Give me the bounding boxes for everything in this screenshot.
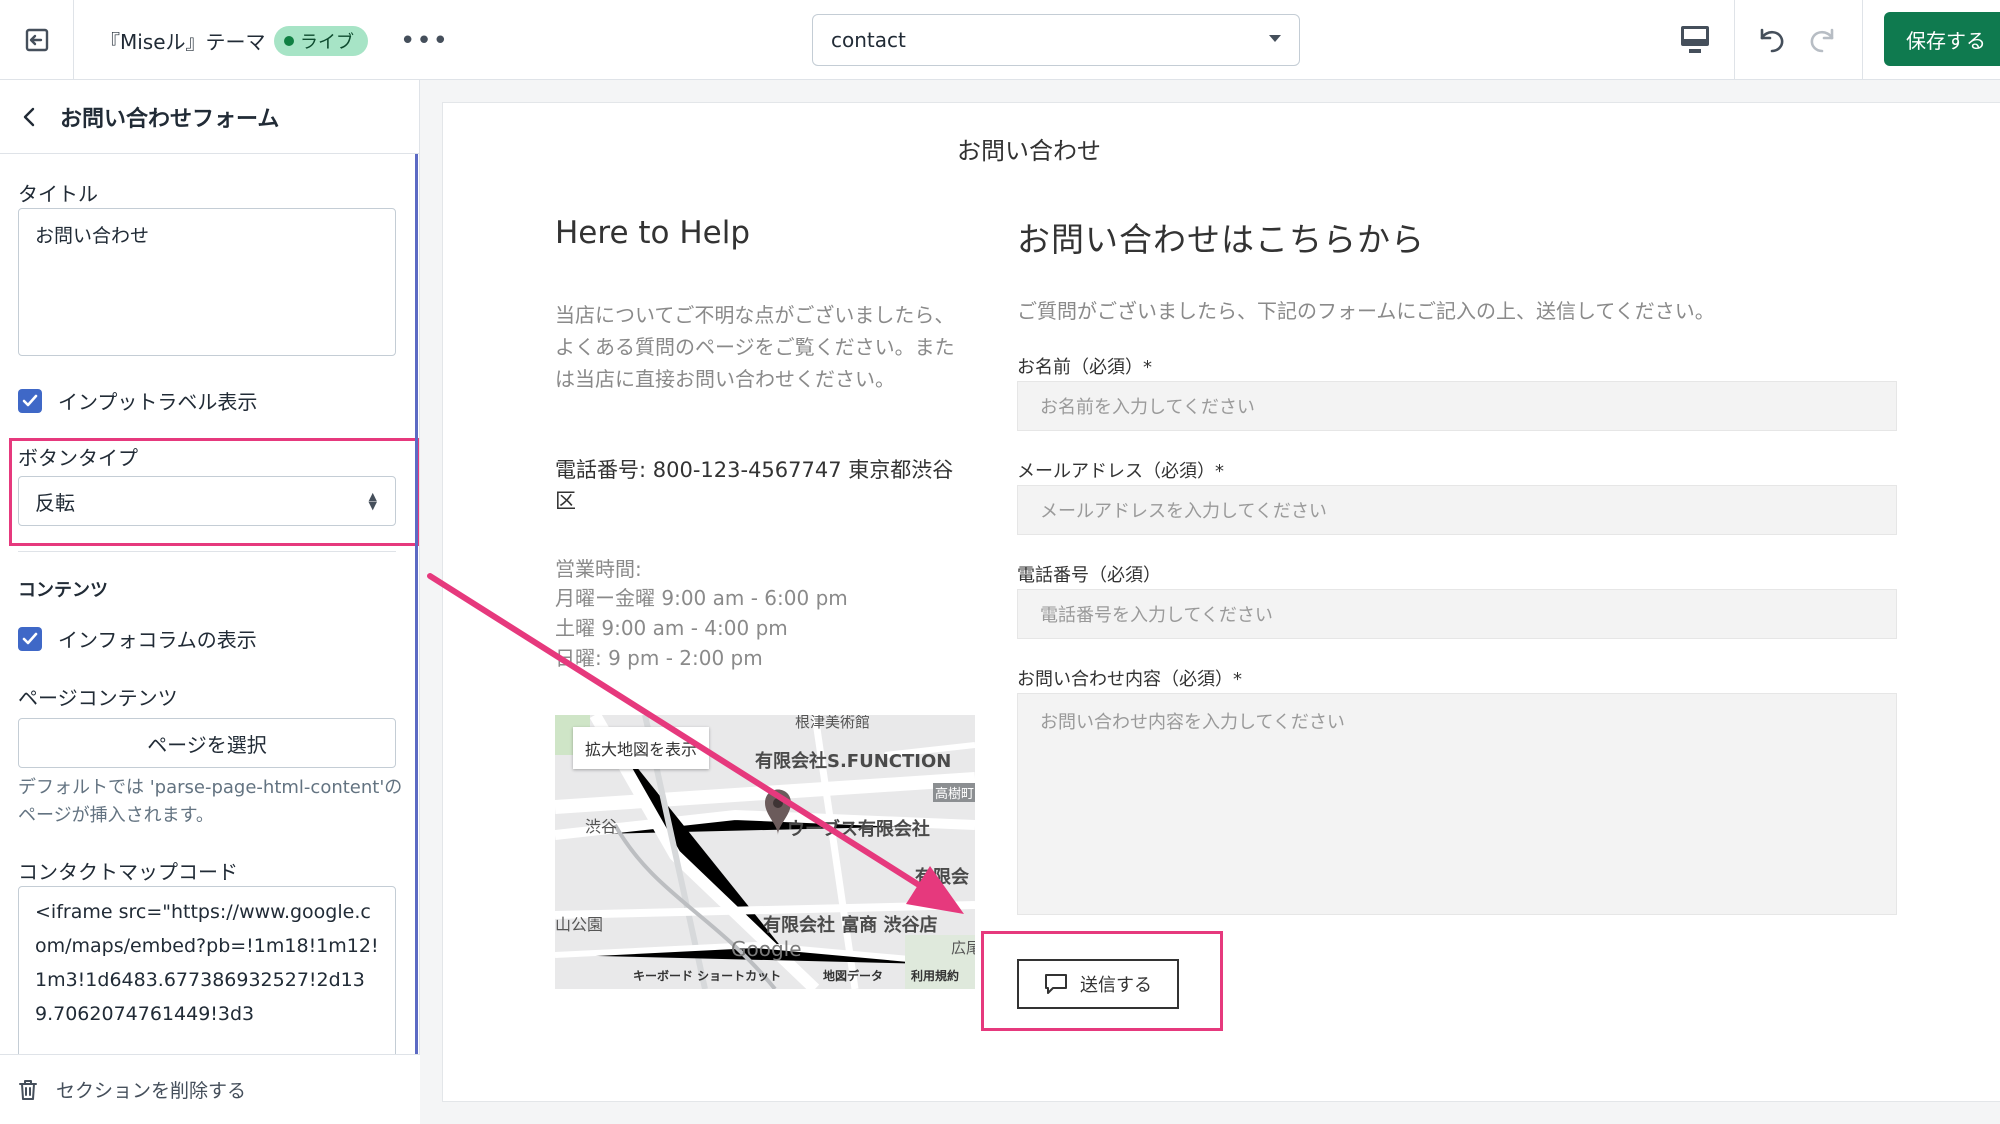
phone-address: 電話番号: 800-123-4567747 東京都渋谷区	[555, 458, 954, 513]
sidebar-header: お問い合わせフォーム	[0, 80, 420, 154]
help-text: 当店についてご不明な点がございましたら、よくある質問のページをご覧ください。また…	[555, 303, 955, 391]
more-actions-icon[interactable]: •••	[400, 26, 449, 56]
settings-sidebar: お問い合わせフォーム タイトル お問い合わせ インプットラベル表示 ボタンタイプ…	[0, 80, 420, 1124]
map-place-label: ウーブス有限会社	[787, 819, 930, 840]
message-field[interactable]: お問い合わせ内容を入力してください	[1017, 693, 1897, 915]
highlight-box	[981, 931, 1223, 1031]
map-place-label: 渋谷	[585, 817, 618, 836]
google-logo: Google	[731, 937, 802, 961]
select-page-button[interactable]: ページを選択	[18, 718, 396, 768]
checkbox-checked-icon[interactable]	[18, 626, 42, 651]
map-place-label: 高樹町	[933, 783, 975, 802]
exit-icon	[25, 28, 48, 52]
phone-field[interactable]: 電話番号を入力してください	[1017, 589, 1897, 639]
toolbar-divider	[1734, 0, 1735, 80]
highlight-box	[9, 438, 419, 546]
desktop-icon[interactable]	[1680, 24, 1710, 56]
toolbar-divider	[1862, 0, 1863, 80]
page-title-text: お問い合わせ	[957, 137, 1101, 165]
content-heading: コンテンツ	[18, 580, 108, 601]
hours-heading: 営業時間:	[555, 557, 642, 581]
name-label: お名前（必須）*	[1017, 357, 1152, 378]
help-heading: Here to Help	[555, 215, 751, 251]
hours-list: 月曜ー金曜 9:00 am - 6:00 pm 土曜 9:00 am - 4:0…	[555, 583, 848, 673]
page-content-help: デフォルトでは 'parse-page-html-content'のページが挿入…	[18, 777, 403, 826]
live-dot-icon	[284, 36, 294, 46]
enlarge-map-button[interactable]: 拡大地図を表示	[573, 727, 710, 769]
back-chevron-icon[interactable]	[22, 107, 36, 127]
page-content-label: ページコンテンツ	[18, 686, 178, 710]
map-place-label: 根津美術館	[795, 715, 871, 731]
caret-down-icon	[1269, 35, 1281, 42]
map-code-label: コンタクトマップコード	[18, 860, 238, 884]
divider	[18, 551, 396, 552]
email-field[interactable]: メールアドレスを入力してください	[1017, 485, 1897, 535]
redo-icon[interactable]	[1806, 22, 1840, 56]
live-label: ライブ	[300, 32, 354, 53]
trash-icon	[19, 1079, 37, 1100]
title-input[interactable]: お問い合わせ	[18, 208, 396, 356]
live-badge: ライブ	[274, 26, 368, 56]
map-place-label: 山公園	[555, 915, 604, 934]
sidebar-title: お問い合わせフォーム	[60, 106, 280, 132]
store-preview: お問い合わせ Here to Help 当店についてご不明な点がございましたら、…	[442, 102, 2000, 1102]
message-label: お問い合わせ内容（必須）*	[1017, 669, 1242, 690]
info-column-toggle-text: インフォコラムの表示	[58, 628, 257, 652]
sidebar-scrollbar[interactable]	[415, 154, 418, 1054]
hours-item: 土曜 9:00 am - 4:00 pm	[555, 616, 788, 640]
map-place-label: 有限会	[915, 867, 969, 888]
input-label-toggle[interactable]: インプットラベル表示	[18, 386, 257, 415]
google-map[interactable]: 拡大地図を表示 有限会社S.FUNCTION ウーブス有限会社 有限会 有限会社…	[555, 715, 975, 989]
page-select[interactable]: contact	[812, 14, 1300, 66]
exit-button[interactable]	[0, 0, 74, 80]
info-column-toggle[interactable]: インフォコラムの表示	[18, 624, 257, 653]
input-label-toggle-text: インプットラベル表示	[58, 390, 258, 414]
email-label: メールアドレス（必須）*	[1017, 461, 1224, 482]
page-select-value: contact	[831, 28, 906, 52]
save-button[interactable]: 保存する	[1884, 12, 2000, 66]
delete-section-button[interactable]: セクションを削除する	[0, 1054, 420, 1124]
map-footer-link[interactable]: 地図データ	[823, 967, 883, 984]
form-intro: ご質問がございましたら、下記のフォームにご記入の上、送信してください。	[1017, 299, 1715, 323]
map-place-label: 有限会社S.FUNCTION	[755, 751, 952, 772]
undo-icon[interactable]	[1754, 22, 1788, 56]
phone-label: 電話番号（必須）	[1017, 565, 1161, 586]
name-field[interactable]: お名前を入力してください	[1017, 381, 1897, 431]
top-bar: 『Miseル』テーマ ライブ ••• contact 保存する	[0, 0, 2000, 80]
map-footer-link[interactable]: 利用規約	[911, 967, 959, 984]
hours-item: 日曜: 9 pm - 2:00 pm	[555, 646, 763, 670]
map-place-label: 有限会社 富商 渋谷店	[763, 915, 938, 936]
form-heading: お問い合わせはこちらから	[1017, 220, 1425, 259]
checkbox-checked-icon[interactable]	[18, 388, 42, 413]
map-place-label: 広尾	[951, 939, 975, 957]
page-title: お問い合わせ	[443, 131, 2000, 166]
title-label: タイトル	[18, 182, 98, 206]
theme-name: 『Miseル』テーマ	[100, 30, 266, 54]
map-footer-link[interactable]: キーボード ショートカット	[633, 967, 781, 984]
hours-item: 月曜ー金曜 9:00 am - 6:00 pm	[555, 586, 848, 610]
delete-section-label: セクションを削除する	[56, 1080, 247, 1102]
